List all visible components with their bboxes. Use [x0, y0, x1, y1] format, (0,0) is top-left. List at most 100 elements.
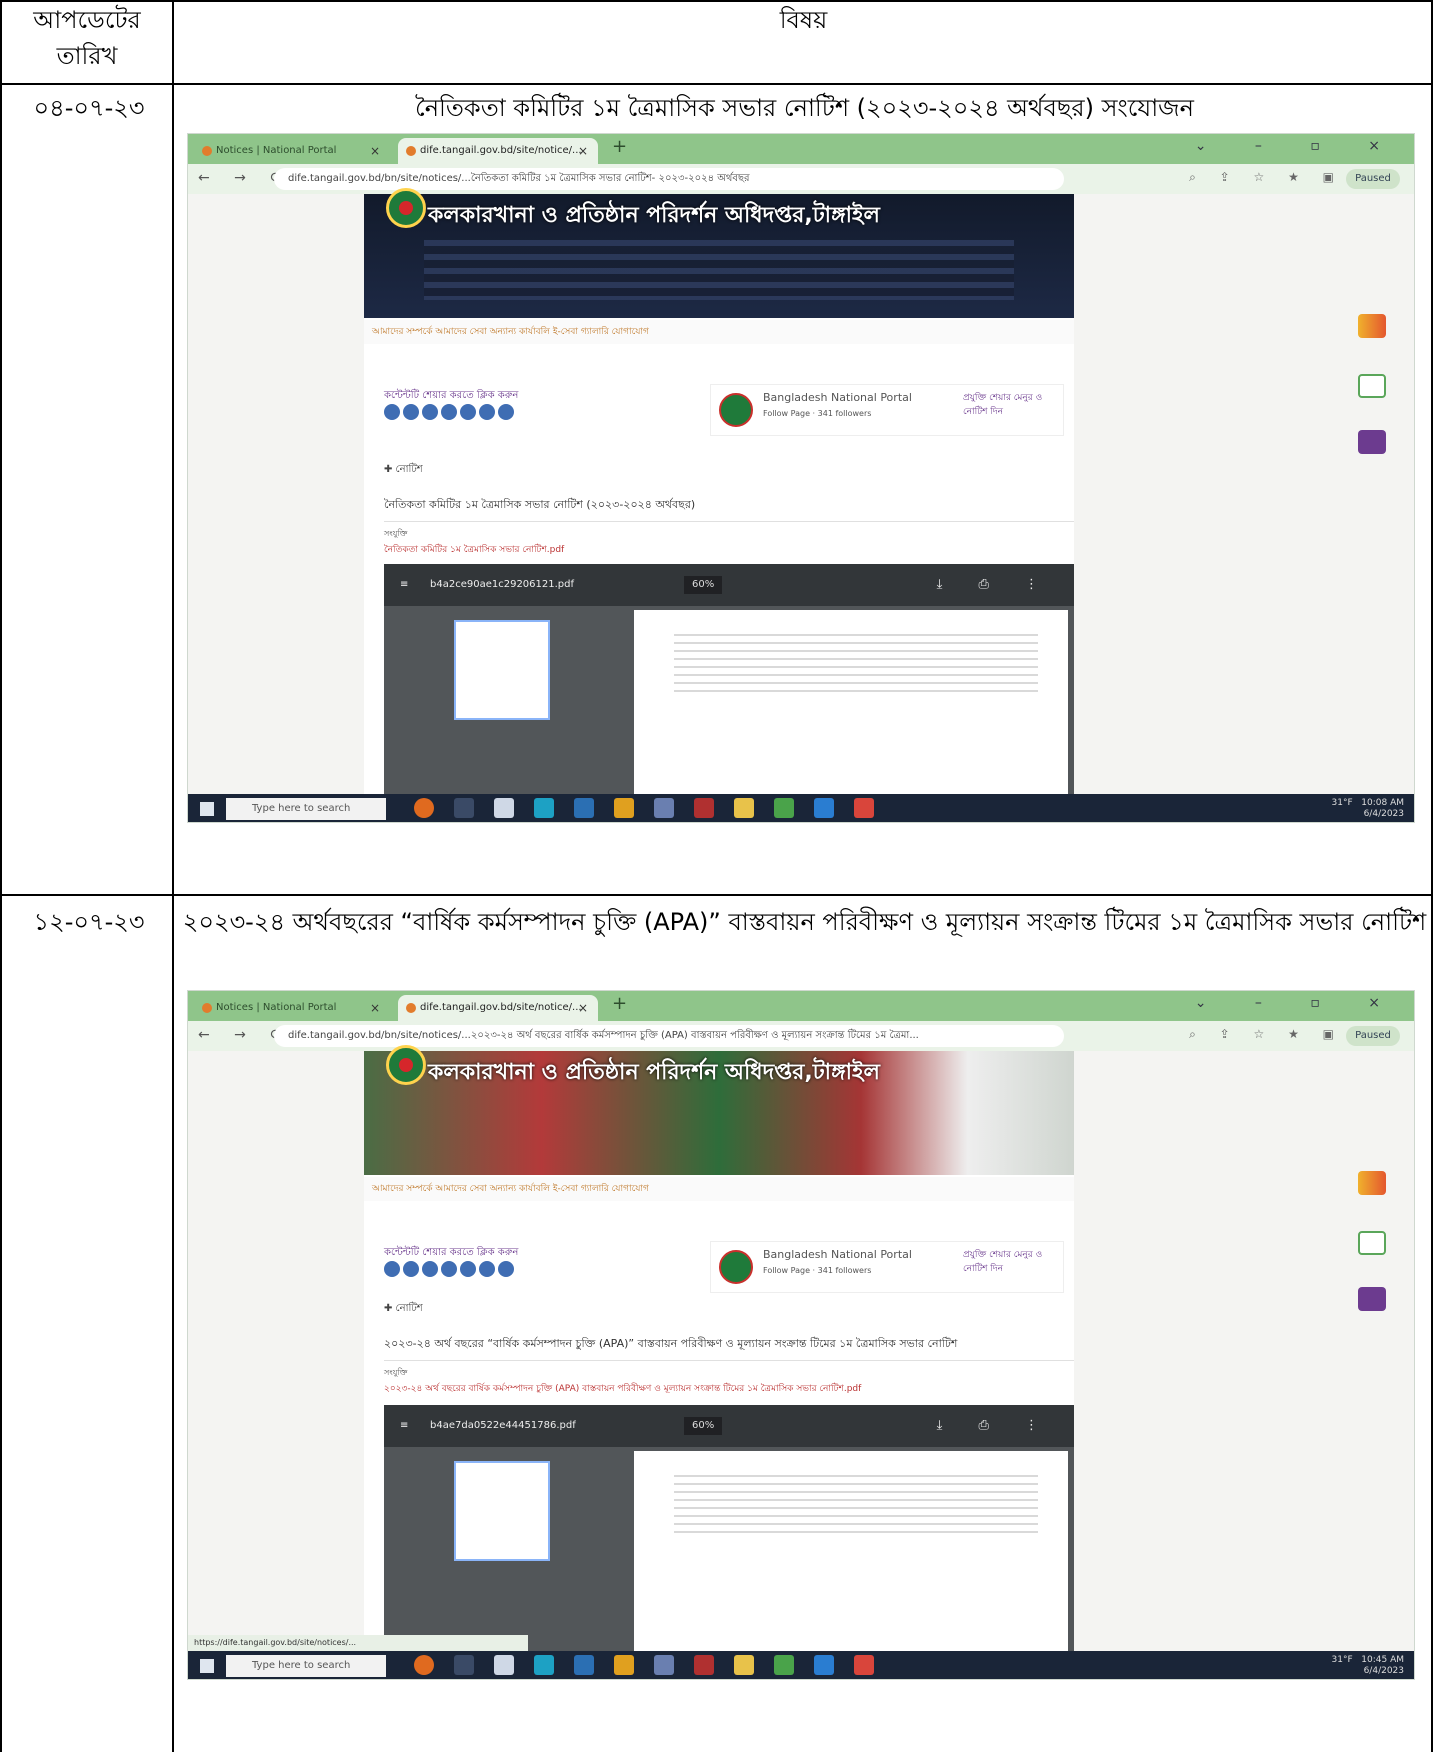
attachment-label: সংযুক্তি — [384, 1368, 408, 1377]
tab-favicon-icon — [202, 1003, 212, 1013]
attachment-link[interactable]: ২০২৩-২৪ অর্থ বছরের বার্ষিক কর্মসম্পাদন চ… — [384, 1381, 944, 1396]
weather: 31°F — [1331, 1655, 1353, 1665]
window-controls[interactable]: ⌄ – ▫ × — [1195, 995, 1402, 1011]
pdf-text-lines — [674, 628, 1038, 698]
banner-title: কলকারখানা ও প্রতিষ্ঠান পরিদর্শন অধিদপ্তর… — [428, 203, 880, 228]
toolbar-icons[interactable]: ⌕ ⇪ ☆ ★ ▣ — [1189, 170, 1344, 185]
pdf-viewer: ≡ b4ae7da0522e44451786.pdf 60% ⤓ ⎙ ⋮ — [384, 1405, 1074, 1651]
govt-seal-icon — [386, 1045, 426, 1085]
tab-favicon-icon — [202, 146, 212, 156]
row-divider — [0, 894, 1433, 896]
profile-button[interactable]: Paused — [1346, 169, 1400, 189]
close-icon[interactable]: × — [578, 995, 588, 1021]
system-tray[interactable]: 31°F 10:45 AM 6/4/2023 — [1332, 1655, 1404, 1677]
profile-button[interactable]: Paused — [1346, 1026, 1400, 1046]
chat-icon[interactable] — [1358, 1231, 1386, 1255]
menu-icon[interactable]: ≡ — [400, 579, 408, 590]
window-controls[interactable]: ⌄ – ▫ × — [1195, 138, 1402, 154]
address-bar[interactable]: dife.tangail.gov.bd/bn/site/notices/...ন… — [274, 168, 1064, 190]
pdf-tools-icons[interactable]: ⤓ ⎙ ⋮ — [937, 564, 1054, 606]
browser-tab[interactable]: Notices | National Portal × — [194, 995, 390, 1021]
browser-toolbar: ← → ⟳ dife.tangail.gov.bd/bn/site/notice… — [188, 164, 1414, 194]
row1-subject: নৈতিকতা কমিটির ১ম ত্রৈমাসিক সভার নোটিশ (… — [415, 94, 1194, 122]
portal-follow[interactable]: Follow Page · 341 followers — [763, 1266, 871, 1275]
browser-tab-active[interactable]: dife.tangail.gov.bd/site/notice/... × — [398, 138, 598, 164]
close-icon[interactable]: × — [578, 138, 588, 164]
close-icon[interactable]: × — [370, 995, 380, 1021]
pdf-tools-icons[interactable]: ⤓ ⎙ ⋮ — [937, 1405, 1054, 1447]
system-tray[interactable]: 31°F 10:08 AM 6/4/2023 — [1332, 798, 1404, 820]
menu-icon[interactable]: ≡ — [400, 1420, 408, 1431]
chart-icon[interactable] — [1358, 314, 1386, 338]
taskbar-apps[interactable] — [414, 798, 894, 820]
date: 6/4/2023 — [1363, 809, 1404, 819]
portal-widget: Bangladesh National Portal Follow Page ·… — [710, 384, 1064, 436]
windows-start-icon[interactable] — [200, 1659, 214, 1673]
side-widgets[interactable] — [1354, 1171, 1394, 1341]
new-tab-icon[interactable]: + — [612, 136, 627, 157]
clock: 10:08 AM — [1361, 798, 1404, 808]
notice-screenshot-2: Notices | National Portal × dife.tangail.… — [187, 990, 1415, 1680]
site-menu[interactable]: আমাদের সম্পর্কে আমাদের সেবা অন্যান্য কার… — [364, 1177, 1074, 1201]
tab-favicon-icon — [406, 146, 416, 156]
header-divider — [0, 83, 1433, 85]
site-menu[interactable]: আমাদের সম্পর্কে আমাদের সেবা অন্যান্য কার… — [364, 320, 1074, 344]
share-icons[interactable] — [384, 1261, 517, 1279]
tab-title: dife.tangail.gov.bd/site/notice/... — [420, 145, 582, 156]
browser-tab-active[interactable]: dife.tangail.gov.bd/site/notice/... × — [398, 995, 598, 1021]
chart-icon[interactable] — [1358, 1171, 1386, 1195]
browser-tab[interactable]: Notices | National Portal × — [194, 138, 390, 164]
weather: 31°F — [1331, 798, 1353, 808]
header-subject: বিষয় — [779, 6, 828, 34]
windows-taskbar: Type here to search 31°F 10:45 AM 6/4/202… — [188, 1651, 1414, 1679]
portal-logo-icon — [719, 1250, 753, 1284]
pdf-zoom[interactable]: 60% — [684, 576, 723, 594]
pdf-filename: b4ae7da0522e44451786.pdf — [430, 1420, 576, 1431]
pdf-zoom[interactable]: 60% — [684, 1417, 723, 1435]
tab-title: Notices | National Portal — [216, 1002, 337, 1013]
new-tab-icon[interactable]: + — [612, 993, 627, 1014]
portal-name[interactable]: Bangladesh National Portal — [763, 391, 912, 404]
accessibility-icon[interactable] — [1358, 1287, 1386, 1311]
portal-side-link[interactable]: প্রযুক্তি শেয়ার মেনুর ও নোটিশ দিন — [963, 1248, 1059, 1276]
attachment-label: সংযুক্তি — [384, 529, 408, 538]
taskbar-search[interactable]: Type here to search — [226, 798, 386, 820]
browser-tabbar: Notices | National Portal × dife.tangail.… — [188, 991, 1414, 1021]
pdf-filename: b4a2ce90ae1c29206121.pdf — [430, 579, 575, 590]
pdf-text-lines — [674, 1469, 1038, 1539]
header-date: আপডেটের তারিখ — [33, 6, 141, 70]
attachment-link[interactable]: নৈতিকতা কমিটির ১ম ত্রৈমাসিক সভার নোটিশ.p… — [384, 542, 944, 557]
pdf-toolbar: ≡ b4a2ce90ae1c29206121.pdf 60% ⤓ ⎙ ⋮ — [384, 564, 1074, 606]
breadcrumb[interactable]: ✚ নোটিশ — [384, 462, 423, 479]
pdf-page — [634, 1451, 1068, 1651]
portal-follow[interactable]: Follow Page · 341 followers — [763, 409, 871, 418]
portal-logo-icon — [719, 393, 753, 427]
share-icons[interactable] — [384, 404, 517, 422]
close-icon[interactable]: × — [370, 138, 380, 164]
row1-date: ০৪-০৭-২৩ — [33, 94, 145, 122]
side-widgets[interactable] — [1354, 314, 1394, 484]
govt-seal-icon — [386, 188, 426, 228]
portal-name[interactable]: Bangladesh National Portal — [763, 1248, 912, 1261]
address-bar[interactable]: dife.tangail.gov.bd/bn/site/notices/...২… — [274, 1025, 1064, 1047]
windows-start-icon[interactable] — [200, 802, 214, 816]
portal-widget: Bangladesh National Portal Follow Page ·… — [710, 1241, 1064, 1293]
chat-icon[interactable] — [1358, 374, 1386, 398]
toolbar-icons[interactable]: ⌕ ⇪ ☆ ★ ▣ — [1189, 1027, 1344, 1042]
banner-title: কলকারখানা ও প্রতিষ্ঠান পরিদর্শন অধিদপ্তর… — [428, 1060, 880, 1085]
tab-title: dife.tangail.gov.bd/site/notice/... — [420, 1002, 582, 1013]
portal-side-link[interactable]: প্রযুক্তি শেয়ার মেনুর ও নোটিশ দিন — [963, 391, 1059, 419]
windows-taskbar: Type here to search 31°F 10:08 AM 6/4/202… — [188, 794, 1414, 822]
pdf-thumbnail[interactable] — [454, 1461, 550, 1561]
taskbar-apps[interactable] — [414, 1655, 894, 1677]
browser-tabbar: Notices | National Portal × dife.tangail.… — [188, 134, 1414, 164]
breadcrumb[interactable]: ✚ নোটিশ — [384, 1301, 423, 1318]
accessibility-icon[interactable] — [1358, 430, 1386, 454]
notice-title: ২০২৩-২৪ অর্থ বছরের “বার্ষিক কর্মসম্পাদন … — [384, 1335, 1074, 1361]
pdf-thumbnail[interactable] — [454, 620, 550, 720]
pdf-page — [634, 610, 1068, 810]
tab-title: Notices | National Portal — [216, 145, 337, 156]
taskbar-search[interactable]: Type here to search — [226, 1655, 386, 1677]
share-label: কন্টেন্টটি শেয়ার করতে ক্লিক করুন — [384, 1247, 519, 1258]
page-viewport: কলকারখানা ও প্রতিষ্ঠান পরিদর্শন অধিদপ্তর… — [188, 1045, 1414, 1651]
